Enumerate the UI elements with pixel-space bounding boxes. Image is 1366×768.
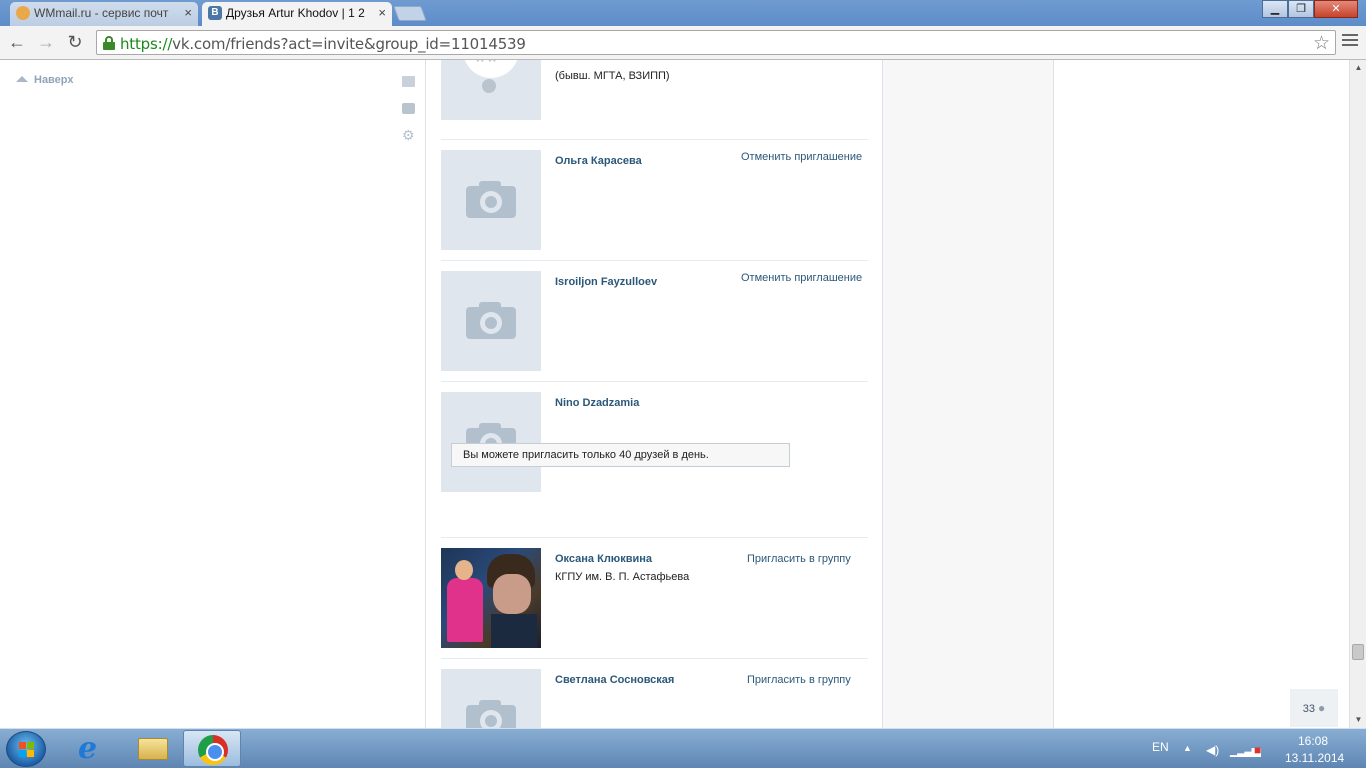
avatar-deactivated[interactable]: × × — [441, 60, 541, 120]
language-indicator[interactable]: EN — [1152, 740, 1169, 754]
invite-limit-notice: Вы можете пригласить только 40 друзей в … — [451, 443, 790, 467]
left-column: Наверх ⚙ — [0, 60, 425, 728]
taskbar-internet-explorer[interactable]: e — [62, 730, 120, 767]
scroll-to-top-link[interactable]: Наверх — [16, 74, 74, 86]
back-button[interactable]: ← — [6, 32, 28, 54]
cancel-invite-button[interactable]: Отменить приглашение — [741, 272, 862, 284]
start-button[interactable] — [6, 731, 46, 767]
avatar-placeholder[interactable] — [441, 392, 541, 492]
maximize-button[interactable]: ❐ — [1288, 0, 1314, 18]
volume-icon[interactable]: ◀) — [1206, 743, 1219, 757]
lock-icon — [103, 36, 115, 50]
close-window-button[interactable]: ✕ — [1314, 0, 1358, 18]
bookmark-star-icon[interactable]: ☆ — [1313, 32, 1330, 55]
cancel-invite-button[interactable]: Отменить приглашение — [741, 151, 862, 163]
friend-name[interactable]: Оксана Клюквина — [555, 553, 652, 565]
wmmail-favicon-icon — [16, 6, 30, 20]
minimize-button[interactable]: ▁ — [1262, 0, 1288, 18]
up-label: Наверх — [34, 74, 74, 86]
avatar-placeholder[interactable] — [441, 150, 541, 250]
list-item: Светлана Сосновская Пригласить в группу — [441, 659, 868, 728]
friend-name[interactable]: Isroiljon Fayzulloev — [555, 276, 657, 288]
new-tab-button[interactable] — [393, 6, 427, 21]
clock-date[interactable]: 13.11.2014 — [1285, 751, 1344, 765]
action-center-icon[interactable]: ■ — [1254, 743, 1261, 757]
url-text[interactable]: https://vk.com/friends?act=invite&group_… — [120, 35, 526, 53]
list-item: Ольга Карасева Отменить приглашение — [441, 140, 868, 261]
tab-wmmail[interactable]: WMmail.ru - сервис почт × — [10, 2, 198, 26]
friend-subtitle: КГПУ им. В. П. Астафьева — [555, 571, 690, 583]
tab-strip: WMmail.ru - сервис почт × B Друзья Artur… — [0, 0, 1366, 26]
chrome-icon — [198, 735, 228, 765]
friend-name[interactable]: Ольга Карасева — [555, 155, 642, 167]
browser-toolbar: ← → ↻ https://vk.com/friends?act=invite&… — [0, 26, 1366, 60]
show-hidden-icons-icon[interactable]: ▲ — [1183, 743, 1192, 753]
list-item: Оксана Клюквина КГПУ им. В. П. Астафьева… — [441, 538, 868, 659]
arrow-up-icon — [16, 76, 28, 82]
right-sidebar — [883, 60, 1054, 728]
list-item: × × (бывш. МГТА, ВЗИПП) — [441, 60, 868, 140]
url-scheme: https:// — [120, 35, 173, 53]
avatar-placeholder[interactable] — [441, 271, 541, 371]
close-icon[interactable]: × — [378, 2, 386, 24]
page-scrollbar[interactable]: ▲ ▼ — [1349, 60, 1366, 728]
list-item: Isroiljon Fayzulloev Отменить приглашени… — [441, 261, 868, 382]
vk-page: Наверх ⚙ × × (бывш. МГТА, ВЗИПП) Ольга К… — [0, 60, 1349, 728]
invite-to-group-button[interactable]: Пригласить в группу — [747, 674, 851, 686]
url-path: vk.com/friends?act=invite&group_id=11014… — [172, 35, 526, 53]
menu-icon[interactable] — [1342, 34, 1358, 49]
forward-button[interactable]: → — [35, 32, 57, 54]
friends-invite-list: × × (бывш. МГТА, ВЗИПП) Ольга Карасева О… — [425, 60, 883, 728]
reload-button[interactable]: ↻ — [64, 32, 86, 54]
person-icon: ● — [1318, 701, 1326, 715]
avatar-placeholder[interactable] — [441, 669, 541, 728]
friend-name[interactable]: Светлана Сосновская — [555, 674, 674, 686]
avatar-photo[interactable] — [441, 548, 541, 648]
invite-to-group-button[interactable]: Пригласить в группу — [747, 553, 851, 565]
windows-taskbar: e EN ▲ ◀) ▁▂▃▅ ■ 16:08 13.11.2014 — [0, 728, 1366, 768]
comment-icon[interactable] — [402, 103, 415, 114]
envelope-icon[interactable] — [402, 76, 415, 87]
taskbar-chrome[interactable] — [183, 730, 241, 767]
taskbar-file-explorer[interactable] — [122, 730, 180, 767]
windows-logo-icon — [19, 742, 35, 758]
close-icon[interactable]: × — [184, 2, 192, 24]
clock-time[interactable]: 16:08 — [1298, 734, 1328, 748]
tab-title: Друзья Artur Khodov | 1 2 — [226, 6, 365, 20]
friend-name[interactable]: Nino Dzadzamia — [555, 397, 639, 409]
online-count: 33 — [1302, 703, 1315, 715]
scroll-up-arrow-icon[interactable]: ▲ — [1350, 60, 1366, 76]
tab-vk-friends[interactable]: B Друзья Artur Khodov | 1 2 × — [202, 2, 392, 26]
tab-title: WMmail.ru - сервис почт — [34, 6, 169, 20]
vk-favicon-icon: B — [208, 6, 222, 20]
friend-subtitle: (бывш. МГТА, ВЗИПП) — [555, 70, 670, 82]
folder-icon — [138, 738, 168, 760]
gear-icon[interactable]: ⚙ — [402, 128, 415, 142]
scroll-thumb[interactable] — [1352, 644, 1364, 660]
online-friends-counter[interactable]: 33 ● — [1290, 689, 1338, 727]
scroll-down-arrow-icon[interactable]: ▼ — [1350, 712, 1366, 728]
address-bar[interactable]: https://vk.com/friends?act=invite&group_… — [96, 30, 1336, 55]
internet-explorer-icon: e — [78, 731, 98, 766]
